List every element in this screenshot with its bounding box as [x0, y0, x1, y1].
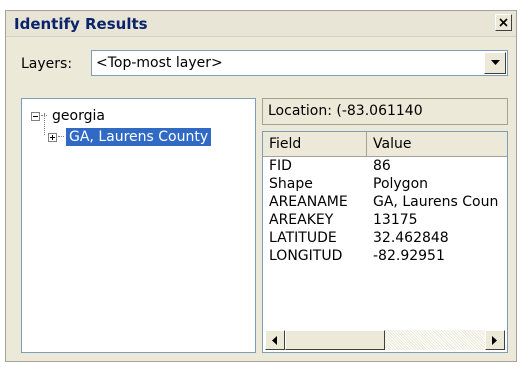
chevron-down-icon [491, 60, 500, 65]
attribute-grid[interactable]: Field Value FID 86 Shape Polygon AREANAM… [262, 131, 508, 353]
results-tree[interactable]: georgia GA, Laurens County [21, 98, 256, 353]
location-readout: Location: (-83.061140 [262, 98, 508, 125]
layers-dropdown[interactable]: <Top-most layer> [91, 50, 508, 76]
field-cell: Shape [269, 176, 313, 192]
column-header-field[interactable]: Field [263, 132, 367, 156]
location-text: Location: (-83.061140 [268, 103, 423, 119]
field-cell: AREANAME [269, 194, 348, 210]
tree-connector [41, 115, 47, 117]
collapse-minus-icon[interactable] [31, 111, 40, 121]
expand-plus-icon[interactable] [48, 132, 57, 142]
horizontal-scrollbar[interactable] [265, 330, 505, 350]
tree-node-georgia[interactable]: georgia [31, 107, 108, 125]
tree-node-label[interactable]: GA, Laurens County [66, 128, 212, 146]
field-cell: LONGITUD [269, 248, 343, 264]
identify-results-window: Identify Results Layers: <Top-most layer… [5, 10, 517, 362]
tree-node-label: georgia [52, 108, 105, 124]
scroll-thumb[interactable] [285, 330, 385, 350]
value-cell: Polygon [373, 176, 429, 192]
value-cell: 86 [373, 158, 391, 174]
grid-header: Field Value [263, 132, 507, 157]
scroll-left-button[interactable] [265, 330, 285, 350]
arrow-left-icon [272, 336, 277, 345]
column-header-value[interactable]: Value [367, 132, 507, 156]
layers-dropdown-button[interactable] [484, 52, 506, 74]
tree-node-laurens-county[interactable]: GA, Laurens County [48, 128, 212, 146]
value-cell: GA, Laurens Coun [373, 194, 499, 210]
field-cell: LATITUDE [269, 230, 337, 246]
value-cell: 32.462848 [373, 230, 449, 246]
layers-dropdown-value: <Top-most layer> [96, 55, 223, 71]
arrow-right-icon [492, 336, 497, 345]
close-icon [499, 18, 508, 27]
title-bar[interactable]: Identify Results [6, 11, 516, 37]
layers-label: Layers: [21, 56, 73, 72]
value-cell: 13175 [373, 212, 418, 228]
window-title: Identify Results [14, 15, 148, 33]
value-cell: -82.92951 [373, 248, 445, 264]
close-button[interactable] [495, 14, 512, 31]
field-cell: FID [269, 158, 292, 174]
tree-connector [58, 136, 64, 138]
field-cell: AREAKEY [269, 212, 334, 228]
scroll-right-button[interactable] [485, 330, 505, 350]
